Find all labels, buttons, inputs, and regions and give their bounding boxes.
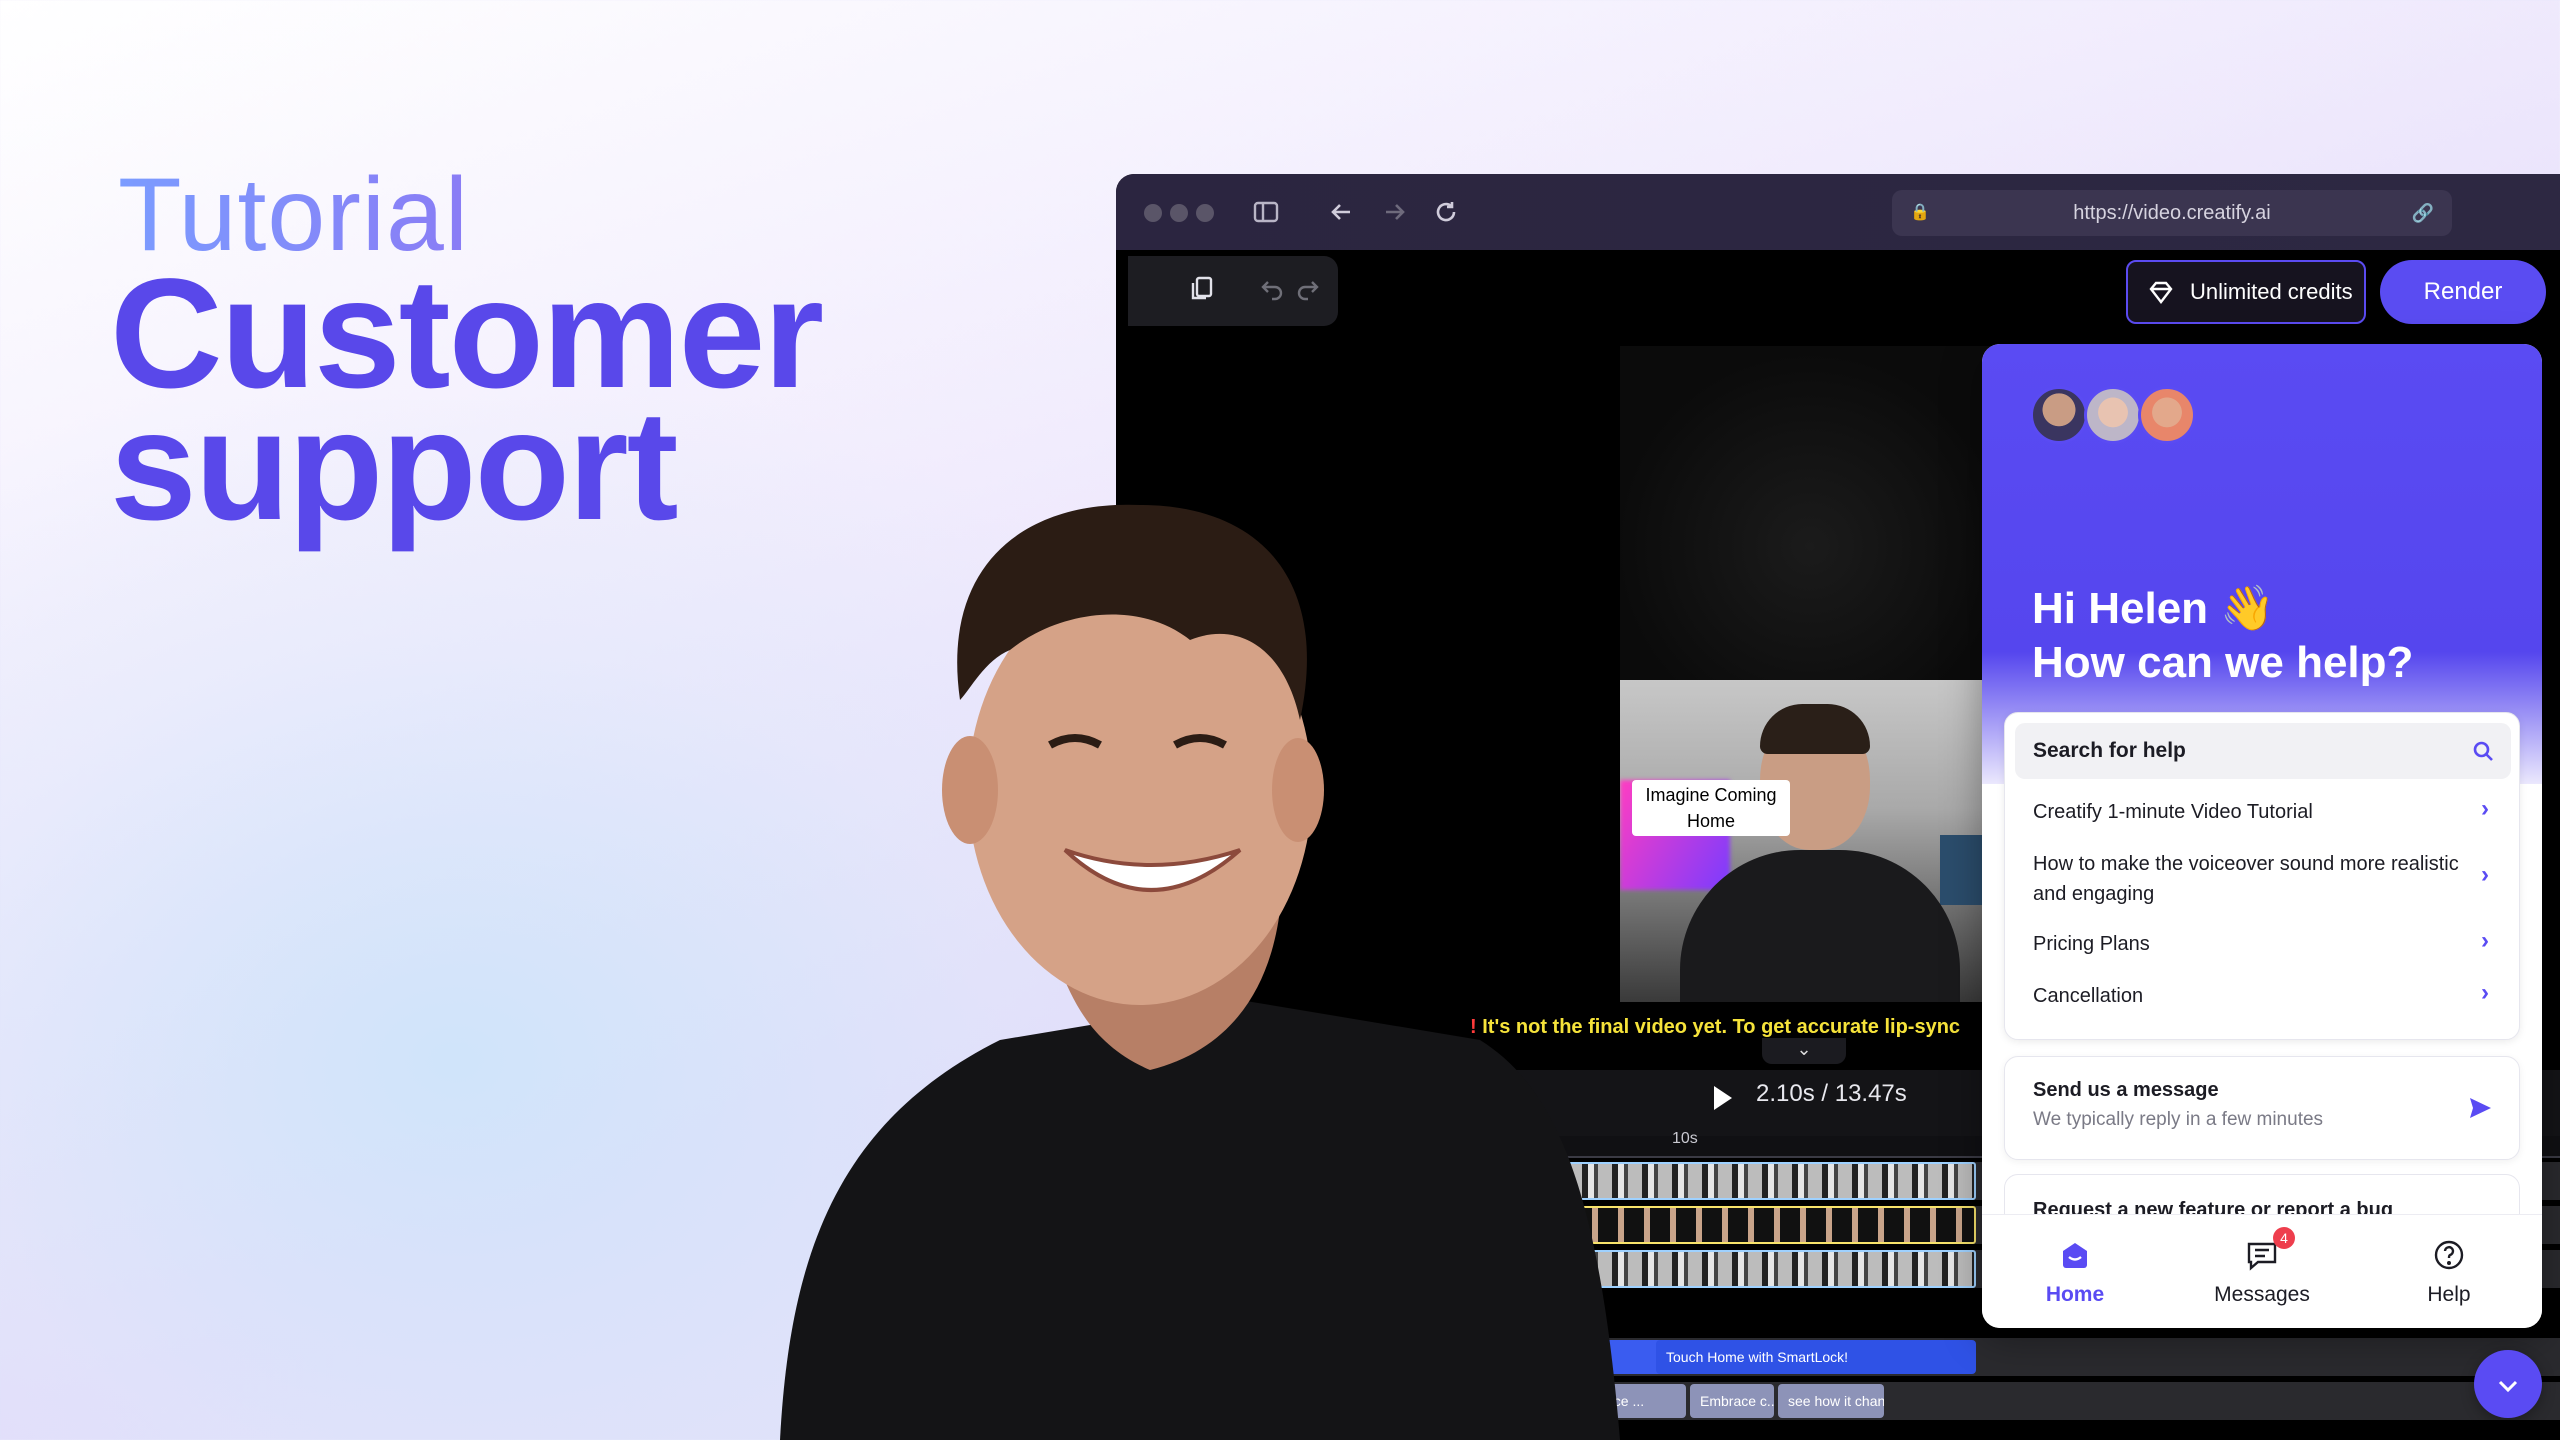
greeting: Hi Helen 👋 How can we help? xyxy=(2032,582,2413,690)
help-card: Search for help Creatify 1-minute Video … xyxy=(2004,712,2520,1040)
search-input[interactable]: Search for help xyxy=(2015,723,2511,779)
text-clip[interactable]: nce ... xyxy=(1596,1384,1686,1418)
avatar xyxy=(2030,386,2088,444)
greeting-line-2: How can we help? xyxy=(2032,638,2414,687)
redo-icon[interactable] xyxy=(1294,274,1322,309)
address-url: https://video.creatify.ai xyxy=(2073,202,2271,224)
editor-toolbar xyxy=(1128,256,1338,326)
video-top-area xyxy=(1620,346,2000,680)
home-icon xyxy=(2063,1243,2087,1268)
diamond-icon xyxy=(2149,281,2173,304)
tab-label: Home xyxy=(2045,1283,2105,1306)
hero-title: Customer support xyxy=(110,247,824,553)
avatar xyxy=(2084,386,2142,444)
collapse-chevron-icon[interactable]: ⌄ xyxy=(1762,1038,1846,1064)
background-glow xyxy=(0,400,1300,1440)
broll-clip[interactable] xyxy=(1556,1250,1976,1288)
help-article-item[interactable]: Cancellation xyxy=(2033,981,2473,1011)
help-article-item[interactable]: Pricing Plans xyxy=(2033,929,2473,959)
browser-titlebar: 🔒 https://video.creatify.ai 🔗 xyxy=(1116,174,2560,250)
chevron-right-icon: › xyxy=(2481,927,2489,954)
chevron-right-icon: › xyxy=(2481,979,2489,1006)
widget-tabbar: Home 4 Messages Help xyxy=(1982,1214,2542,1328)
reload-icon[interactable] xyxy=(1428,194,1464,230)
video-caption[interactable]: Imagine Coming Home xyxy=(1632,780,1790,836)
window-minimize-dot[interactable] xyxy=(1170,204,1188,222)
search-icon xyxy=(2473,741,2493,761)
window-close-dot[interactable] xyxy=(1144,204,1162,222)
help-article-item[interactable]: Creatify 1-minute Video Tutorial xyxy=(2033,797,2473,827)
unread-badge: 4 xyxy=(2273,1227,2295,1249)
tab-label: Messages xyxy=(2214,1283,2310,1306)
avatar xyxy=(2138,386,2196,444)
send-message-card[interactable]: Send us a message We typically reply in … xyxy=(2004,1056,2520,1160)
ruler-label: 10s xyxy=(1672,1130,1698,1147)
video-clip[interactable] xyxy=(1556,1162,1976,1200)
sidebar-toggle-icon[interactable] xyxy=(1248,194,1284,230)
text-clip[interactable]: see how it chan... xyxy=(1778,1384,1884,1418)
help-article-item[interactable]: How to make the voiceover sound more rea… xyxy=(2033,849,2473,909)
presenter-hair xyxy=(1760,704,1870,754)
address-bar[interactable]: 🔒 https://video.creatify.ai 🔗 xyxy=(1892,190,2452,236)
chevron-right-icon: › xyxy=(2481,861,2489,888)
text-clip[interactable]: Touch Home with SmartLock! xyxy=(1656,1340,1976,1374)
support-widget: Hi Helen 👋 How can we help? Search for h… xyxy=(1982,344,2542,1328)
tab-home[interactable]: Home xyxy=(1982,1215,2168,1328)
credits-label: Unlimited credits xyxy=(2190,279,2353,304)
chevron-right-icon: › xyxy=(2481,795,2489,822)
warning-mark: ! xyxy=(1470,1016,1477,1038)
help-icon xyxy=(2434,1240,2464,1270)
back-arrow-icon[interactable] xyxy=(1324,194,1360,230)
warning-text: It's not the final video yet. To get acc… xyxy=(1482,1016,1961,1038)
undo-icon[interactable] xyxy=(1258,274,1286,309)
search-placeholder: Search for help xyxy=(2033,739,2186,762)
tab-label: Help xyxy=(2427,1283,2471,1306)
tab-help[interactable]: Help xyxy=(2356,1215,2542,1328)
avatar-clip[interactable] xyxy=(1556,1206,1976,1244)
forward-arrow-icon[interactable] xyxy=(1376,194,1412,230)
unlimited-credits-button[interactable]: Unlimited credits xyxy=(2126,260,2366,324)
copy-icon[interactable] xyxy=(1188,274,1216,309)
link-icon[interactable]: 🔗 xyxy=(2412,190,2434,236)
message-title: Send us a message xyxy=(2033,1079,2219,1101)
render-button[interactable]: Render xyxy=(2380,260,2546,324)
text-clip[interactable]: Embrace c... xyxy=(1690,1384,1774,1418)
lipsync-warning: ! It's not the final video yet. To get a… xyxy=(1470,1016,2010,1039)
video-frame xyxy=(1620,680,2000,1002)
time-readout: 2.10s / 13.47s xyxy=(1756,1080,1907,1107)
play-icon[interactable] xyxy=(1714,1086,1732,1110)
greeting-line-1: Hi Helen 👋 xyxy=(2032,584,2276,633)
chevron-down-icon xyxy=(2498,1380,2518,1393)
message-subtitle: We typically reply in a few minutes xyxy=(2033,1109,2324,1130)
send-icon xyxy=(2470,1098,2491,1118)
widget-launcher-button[interactable] xyxy=(2474,1350,2542,1418)
lock-icon: 🔒 xyxy=(1910,204,1930,221)
tab-messages[interactable]: 4 Messages xyxy=(2169,1215,2355,1328)
window-zoom-dot[interactable] xyxy=(1196,204,1214,222)
